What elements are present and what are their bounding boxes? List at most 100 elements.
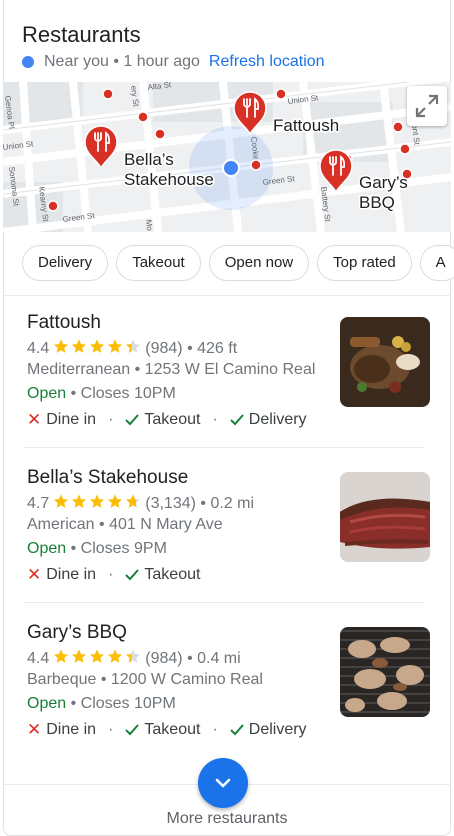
distance: • 426 ft (187, 340, 238, 357)
more-restaurants-button[interactable] (198, 758, 248, 808)
chip-takeout[interactable]: Takeout (116, 245, 201, 281)
check-icon (125, 414, 140, 426)
map-street-label: Mo (144, 219, 154, 232)
service-label: Delivery (248, 721, 307, 738)
review-count: (984) (145, 340, 183, 357)
separator-dot: · (212, 411, 218, 428)
hours-row: Open • Closes 10PM (27, 695, 176, 713)
chip-more[interactable]: A (419, 245, 454, 281)
restaurant-name[interactable]: Fattoush (27, 312, 101, 334)
location-text: Near you • 1 hour ago (44, 53, 200, 70)
service-label: Dine in (46, 721, 97, 738)
map-pin-label[interactable]: Stakehouse (123, 169, 216, 191)
service-label: Delivery (248, 411, 307, 428)
more-restaurants-label[interactable]: More restaurants (0, 810, 454, 828)
rating-stars (52, 338, 142, 355)
star-icon (72, 649, 87, 663)
rating-stars (52, 648, 142, 665)
map-pin-label[interactable]: Fattoush (272, 115, 341, 137)
star-icon (54, 339, 69, 353)
rating-stars (52, 493, 142, 510)
distance: • 0.4 mi (187, 650, 241, 667)
open-status: Open (27, 540, 67, 557)
check-icon (230, 724, 244, 736)
chip-open-now[interactable]: Open now (208, 245, 310, 281)
closing-time: • Closes 10PM (70, 385, 176, 402)
rating-value: 4.7 (27, 495, 50, 512)
cross-icon: ✕ (27, 720, 42, 739)
location-dot-icon (22, 56, 34, 68)
check-icon (125, 724, 140, 736)
chevron-down-icon (215, 778, 231, 788)
restaurant-photo[interactable] (340, 472, 430, 562)
cross-icon: ✕ (27, 565, 42, 584)
closing-time: • Closes 9PM (70, 540, 167, 557)
rating-row: 4.4 (984) • 426 ft (27, 338, 237, 358)
star-icon (72, 339, 87, 353)
rating-value: 4.4 (27, 650, 50, 667)
star-icon (126, 494, 141, 508)
restaurant-name[interactable]: Gary’s BBQ (27, 622, 127, 644)
open-status: Open (27, 385, 67, 402)
review-count: (984) (145, 650, 183, 667)
refresh-location-link[interactable]: Refresh location (209, 53, 325, 71)
distance: • 0.2 mi (200, 495, 255, 512)
divider (3, 295, 451, 296)
restaurant-result[interactable]: Fattoush 4.4 (984) • 426 ft Mediterranean… (3, 300, 451, 450)
star-icon (126, 649, 141, 663)
star-icon (90, 494, 105, 508)
star-icon (126, 339, 141, 353)
restaurant-photo[interactable] (340, 627, 430, 717)
expand-map-button[interactable] (407, 86, 447, 126)
service-label: Dine in (46, 411, 97, 428)
star-icon (90, 339, 105, 353)
service-label: Takeout (144, 721, 201, 738)
service-options: ✕ Dine in · Takeout (27, 565, 200, 585)
divider (24, 447, 424, 448)
location-row: Near you • 1 hour ago Refresh location (22, 53, 325, 71)
rating-row: 4.4 (984) • 0.4 mi (27, 648, 241, 668)
star-icon (108, 494, 123, 508)
restaurant-name[interactable]: Bella’s Stakehouse (27, 467, 188, 489)
separator-dot: · (108, 721, 114, 738)
category-address: American • 401 N Mary Ave (27, 516, 223, 533)
hours-row: Open • Closes 9PM (27, 540, 167, 558)
restaurant-result[interactable]: Gary’s BBQ 4.4 (984) • 0.4 mi Barbeque • … (3, 610, 451, 760)
restaurant-photo[interactable] (340, 317, 430, 407)
map-pin-label[interactable]: Gary’s (358, 172, 410, 194)
star-icon (54, 649, 69, 663)
star-icon (108, 339, 123, 353)
service-label: Takeout (144, 411, 201, 428)
chip-delivery[interactable]: Delivery (22, 245, 109, 281)
rating-value: 4.4 (27, 340, 50, 357)
page-title: Restaurants (22, 22, 141, 47)
map-pin-label[interactable]: BBQ (358, 192, 397, 214)
star-icon (90, 649, 105, 663)
map[interactable]: Alta St Union St Front St Genoa Pl Sonom… (3, 82, 451, 232)
service-label: Takeout (144, 566, 201, 583)
separator-dot: · (212, 721, 218, 738)
check-icon (125, 569, 140, 581)
category-address: Mediterranean • 1253 W El Camino Real (27, 361, 316, 378)
review-count: (3,134) (145, 495, 196, 512)
star-icon (54, 494, 69, 508)
rating-row: 4.7 (3,134) • 0.2 mi (27, 493, 254, 513)
map-canvas: Alta St Union St Front St Genoa Pl Sonom… (3, 82, 451, 232)
separator-dot: · (108, 411, 114, 428)
service-options: ✕ Dine in · Takeout · Delivery (27, 720, 307, 740)
separator-dot: · (108, 566, 114, 583)
hours-row: Open • Closes 10PM (27, 385, 176, 403)
restaurant-result[interactable]: Bella’s Stakehouse 4.7 (3,134) • 0.2 mi A… (3, 455, 451, 605)
filter-chips: Delivery Takeout Open now Top rated A (22, 245, 454, 283)
map-pin-label[interactable]: Bella’s (123, 149, 176, 171)
service-options: ✕ Dine in · Takeout · Delivery (27, 410, 307, 430)
chip-top-rated[interactable]: Top rated (317, 245, 412, 281)
closing-time: • Closes 10PM (70, 695, 176, 712)
star-icon (72, 494, 87, 508)
expand-icon (415, 94, 439, 118)
service-label: Dine in (46, 566, 97, 583)
divider (24, 602, 424, 603)
check-icon (230, 414, 244, 426)
cross-icon: ✕ (27, 410, 42, 429)
open-status: Open (27, 695, 67, 712)
